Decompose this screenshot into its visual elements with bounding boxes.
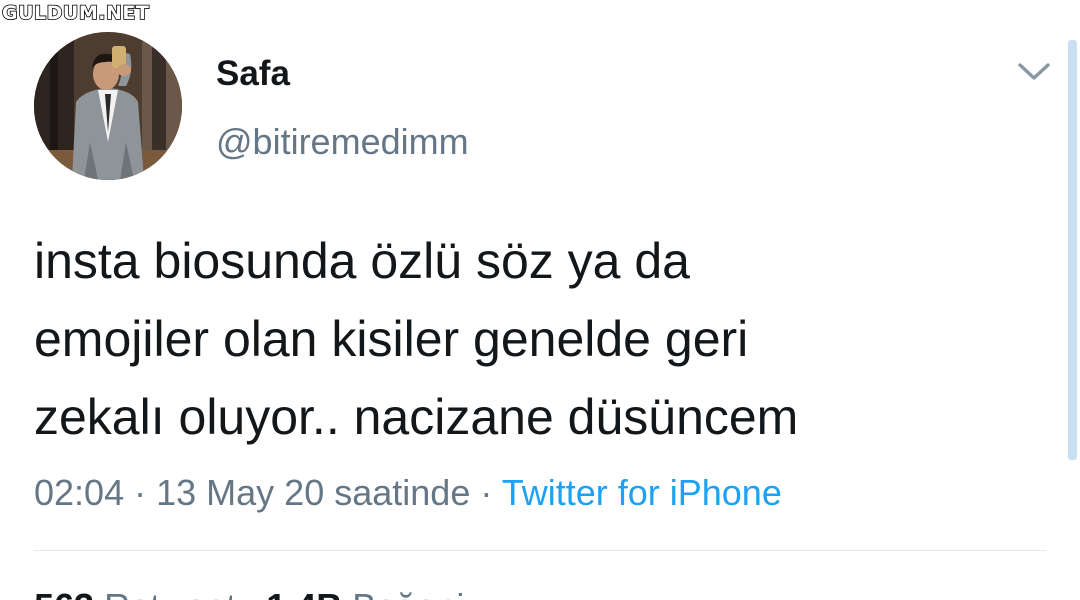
- author-name[interactable]: Safa: [216, 52, 290, 96]
- tweet-date[interactable]: 13 May 20 saatinde: [156, 472, 470, 513]
- retweets-count[interactable]: 563: [34, 586, 94, 600]
- avatar[interactable]: [34, 32, 182, 180]
- tweet-menu-button[interactable]: [1014, 56, 1054, 88]
- scrollbar[interactable]: [1068, 40, 1077, 460]
- tweet-text-line: zekalı oluyor.. nacizane düsüncem: [34, 389, 799, 445]
- tweet-stats: 563 Retweet 1,4B Beğeni: [34, 584, 464, 600]
- tweet-screenshot: GULDUM.NET Safa @bitiremedimm insta bios…: [0, 0, 1080, 600]
- tweet-source-link[interactable]: Twitter for iPhone: [502, 472, 782, 513]
- chevron-down-icon: [1018, 63, 1050, 80]
- retweets-label: Retweet: [104, 586, 236, 600]
- likes-label: Beğeni: [352, 586, 464, 600]
- meta-separator: ·: [134, 472, 147, 513]
- tweet-text-line: emojiler olan kisiler genelde geri: [34, 311, 749, 367]
- tweet-text: insta biosunda özlü söz ya da emojiler o…: [34, 222, 1024, 456]
- tweet-time: 02:04: [34, 472, 125, 513]
- site-watermark: GULDUM.NET: [1, 2, 150, 24]
- divider: [34, 550, 1046, 551]
- tweet-text-line: insta biosunda özlü söz ya da: [34, 233, 690, 289]
- meta-separator: ·: [480, 472, 493, 513]
- likes-count[interactable]: 1,4B: [266, 586, 342, 600]
- tweet-meta: 02:04 · 13 May 20 saatinde · Twitter for…: [34, 470, 782, 516]
- profile-photo-icon: [34, 32, 182, 180]
- author-handle[interactable]: @bitiremedimm: [216, 120, 469, 164]
